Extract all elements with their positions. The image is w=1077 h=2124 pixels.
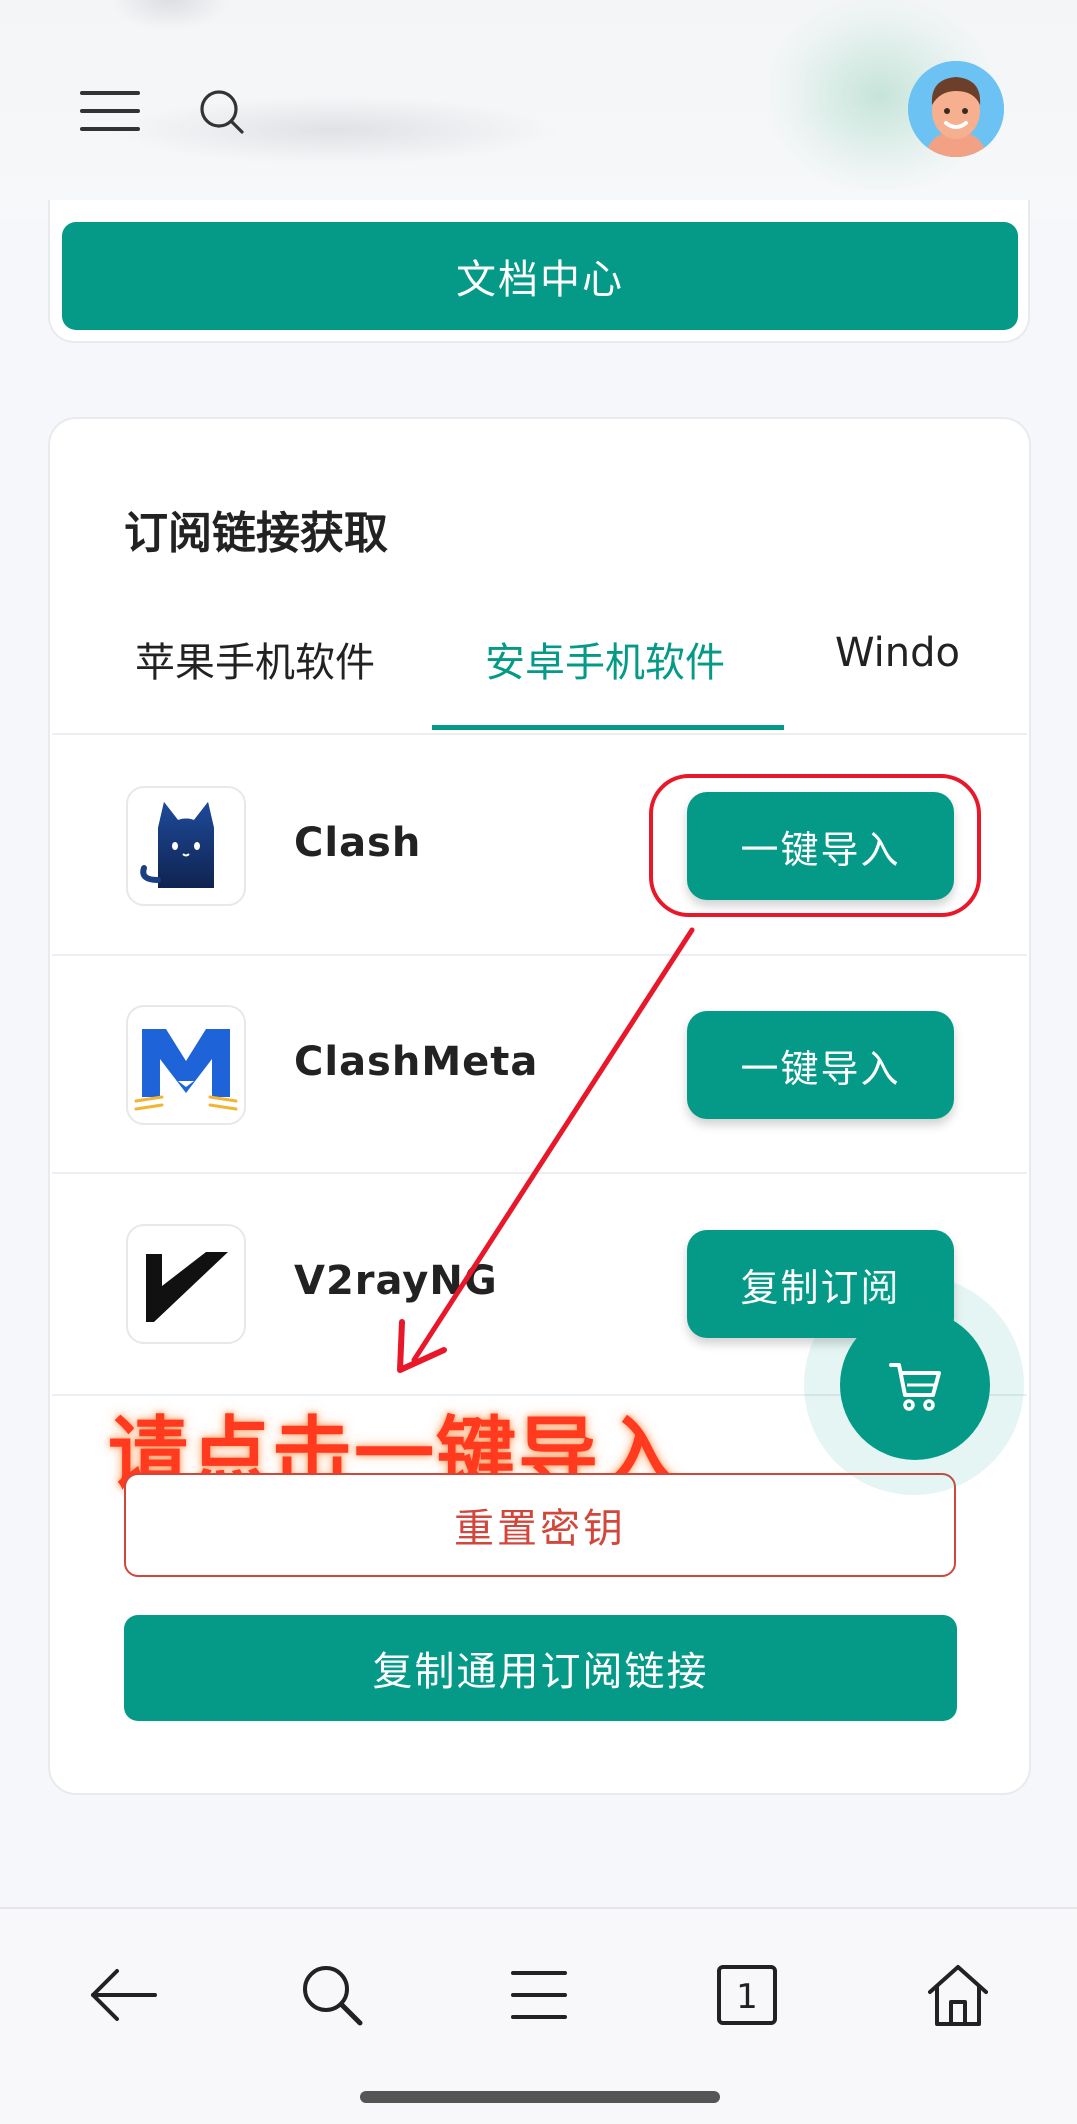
app-name-clashmeta: ClashMeta [294, 1039, 539, 1085]
menu-lines-icon[interactable] [499, 1955, 579, 2035]
app-name-clash: Clash [294, 820, 422, 866]
one-click-import-button[interactable]: 一键导入 [687, 1011, 954, 1119]
tab-android-apps[interactable]: 安卓手机软件 [485, 630, 725, 688]
one-click-import-button[interactable]: 一键导入 [687, 792, 954, 900]
tabs-count: 1 [736, 1977, 758, 2017]
clashmeta-icon [126, 1005, 246, 1125]
divider [52, 1172, 1027, 1174]
search-icon[interactable] [198, 88, 246, 136]
tab-windows-apps[interactable]: Windo [835, 630, 959, 676]
back-arrow-icon[interactable] [83, 1955, 163, 2035]
blurred-background-element [110, 0, 230, 30]
card-title: 订阅链接获取 [124, 508, 388, 559]
hamburger-icon[interactable] [80, 91, 140, 131]
clash-cat-icon [126, 786, 246, 906]
cart-icon [889, 1363, 941, 1411]
tab-ios-apps[interactable]: 苹果手机软件 [135, 630, 375, 688]
copy-universal-link-button[interactable]: 复制通用订阅链接 [124, 1615, 957, 1721]
blurred-background-element [110, 95, 560, 165]
divider [52, 733, 1027, 735]
v2rayng-icon [126, 1224, 246, 1344]
divider [52, 954, 1027, 956]
active-tab-indicator [432, 725, 784, 730]
tabs-count-icon[interactable]: 1 [707, 1955, 787, 2035]
docs-center-button[interactable]: 文档中心 [62, 222, 1018, 330]
reset-key-button[interactable]: 重置密钥 [124, 1473, 956, 1577]
home-indicator[interactable] [360, 2091, 720, 2103]
cart-button[interactable] [840, 1310, 990, 1460]
avatar[interactable] [908, 61, 1004, 157]
app-name-v2rayng: V2rayNG [294, 1258, 498, 1304]
search-icon[interactable] [292, 1955, 372, 2035]
home-icon[interactable] [918, 1955, 998, 2035]
